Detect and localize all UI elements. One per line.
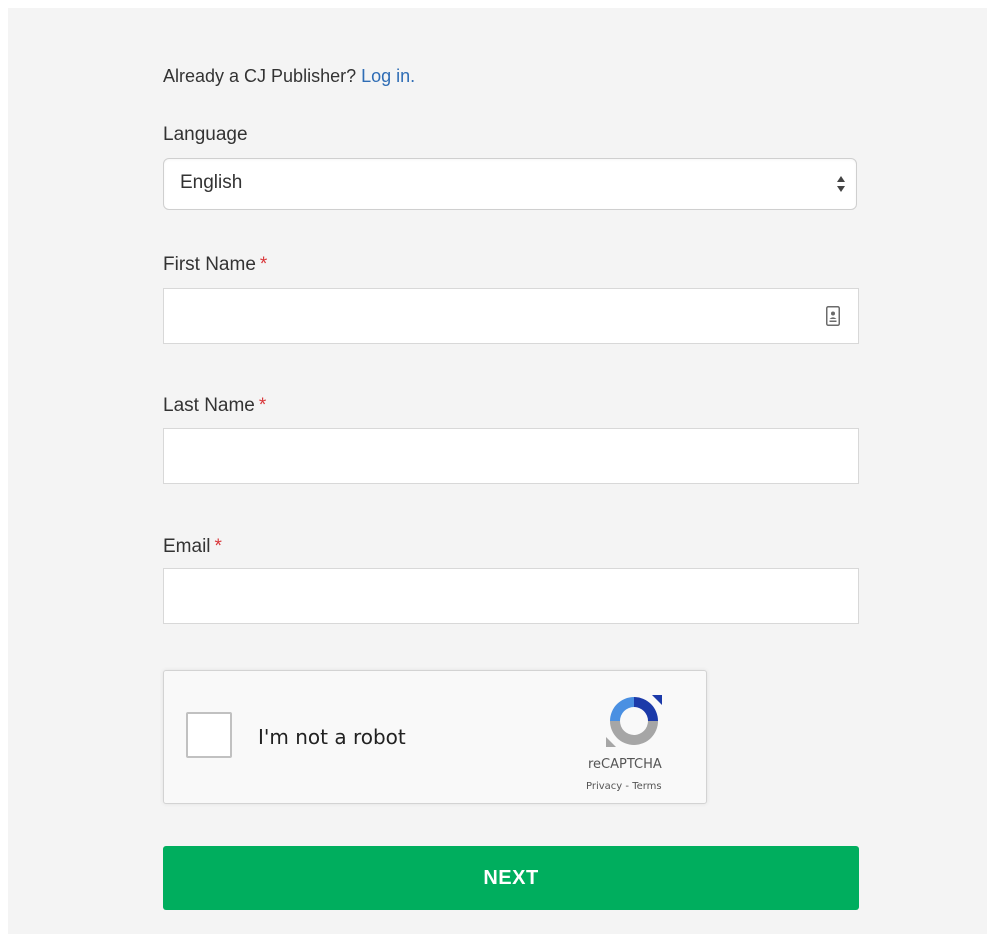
recaptcha-privacy-link[interactable]: Privacy — [586, 781, 622, 792]
contact-card-icon[interactable] — [826, 306, 840, 326]
recaptcha-brand: reCAPTCHA — [588, 757, 662, 772]
email-field[interactable] — [163, 568, 859, 624]
last-name-label: Last Name * — [163, 395, 266, 417]
recaptcha-logo-icon — [606, 695, 662, 747]
next-button[interactable]: NEXT — [163, 846, 859, 910]
last-name-label-text: Last Name — [163, 395, 255, 416]
required-asterisk: * — [259, 254, 268, 275]
already-publisher-text: Already a CJ Publisher? — [163, 66, 357, 86]
language-select[interactable]: English — [163, 158, 857, 210]
up-down-arrows-icon — [837, 176, 845, 192]
language-label: Language — [163, 124, 248, 146]
email-label-text: Email — [163, 536, 211, 557]
required-asterisk: * — [214, 536, 222, 557]
first-name-label: First Name * — [163, 254, 267, 276]
recaptcha-checkbox-label: I'm not a robot — [258, 725, 406, 749]
first-name-label-text: First Name — [163, 254, 256, 275]
recaptcha-links: Privacy - Terms — [586, 781, 662, 792]
language-label-text: Language — [163, 124, 248, 145]
already-publisher-line: Already a CJ Publisher? Log in. — [163, 66, 415, 87]
required-asterisk: * — [258, 395, 267, 416]
recaptcha-widget: I'm not a robot reCAPTCHA Privacy - Term… — [163, 670, 707, 804]
recaptcha-separator: - — [622, 781, 633, 792]
language-selected-value: English — [180, 172, 243, 193]
email-label: Email * — [163, 536, 222, 558]
last-name-field[interactable] — [163, 428, 859, 484]
login-link[interactable]: Log in. — [361, 66, 415, 86]
first-name-field[interactable] — [163, 288, 859, 344]
signup-panel: Already a CJ Publisher? Log in. Language… — [8, 8, 987, 934]
recaptcha-terms-link[interactable]: Terms — [632, 781, 661, 792]
recaptcha-checkbox[interactable] — [186, 712, 232, 758]
